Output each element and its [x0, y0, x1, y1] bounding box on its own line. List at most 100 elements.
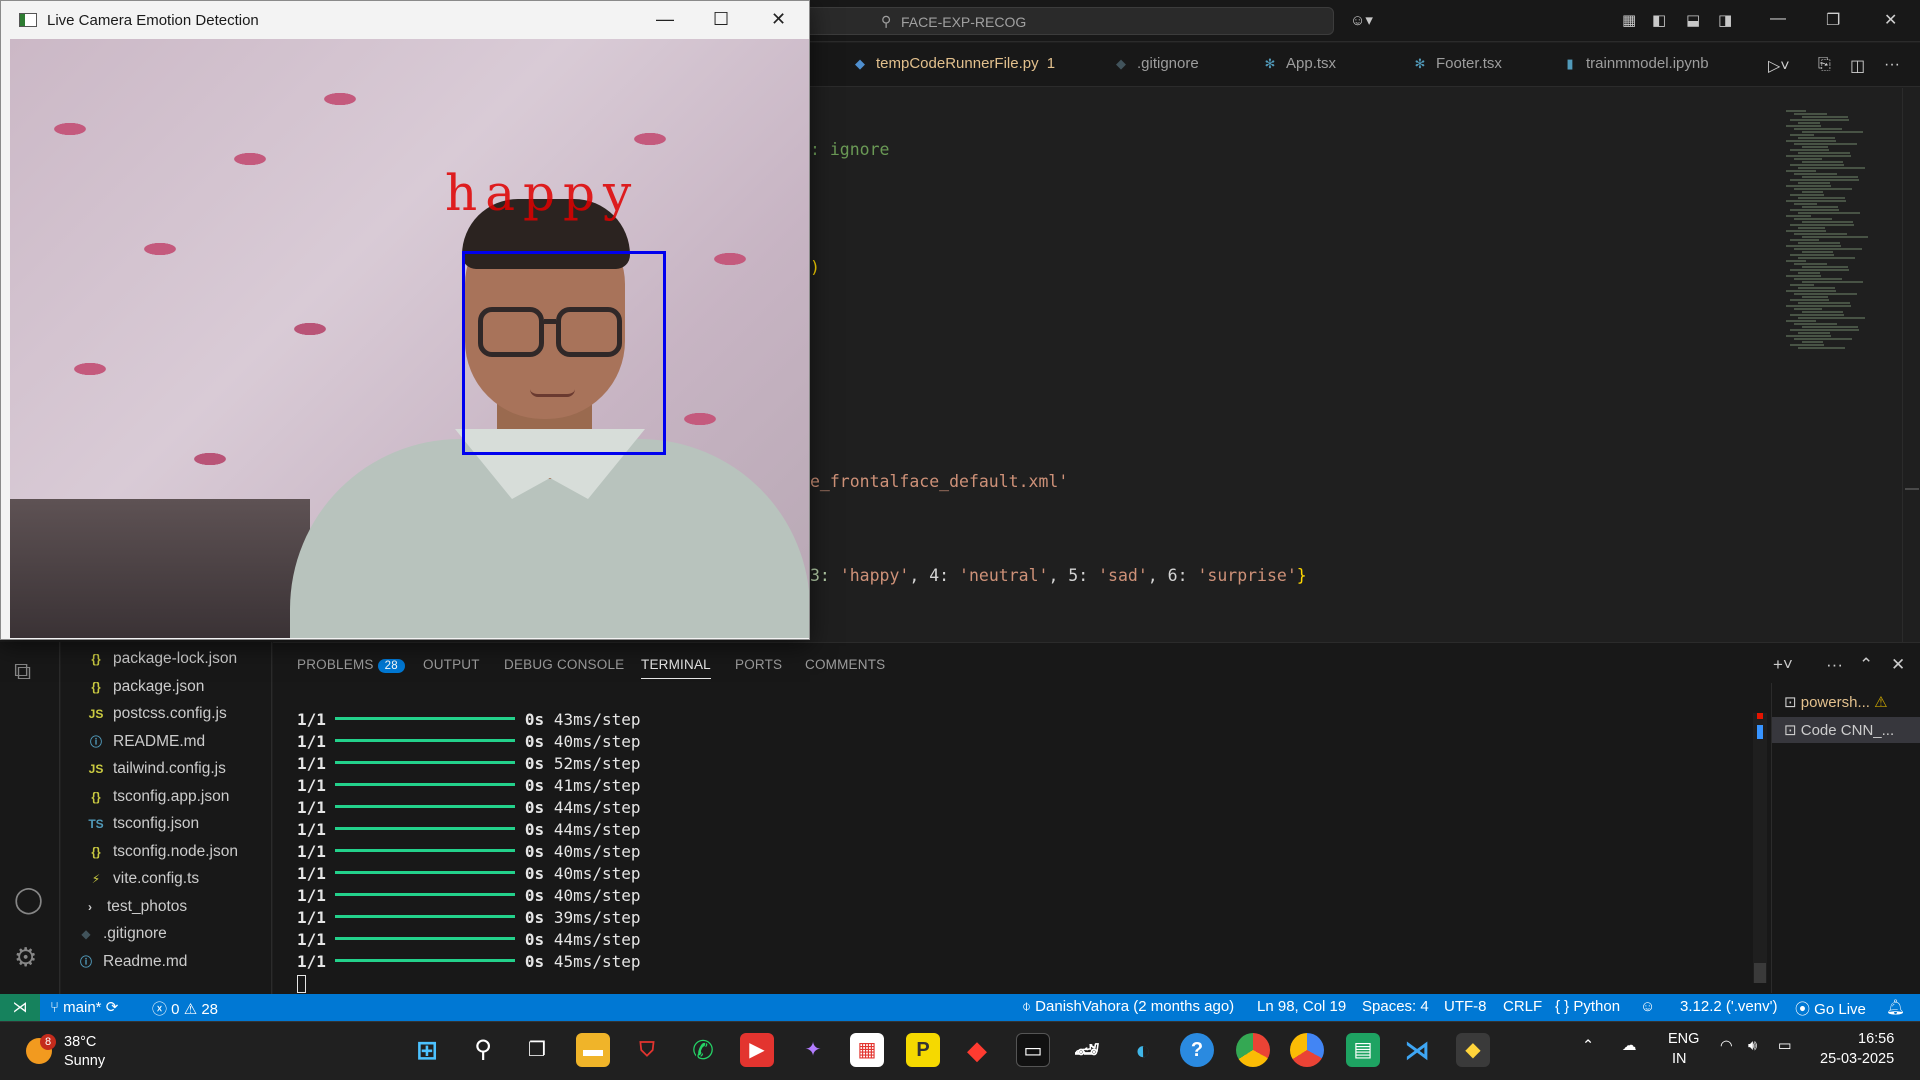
chrome-icon[interactable]	[1290, 1033, 1324, 1067]
terminal-output[interactable]: 1/1 0s 45ms/step 1/1 0s 44ms/step 1/1 0s 39ms…	[297, 710, 1717, 993]
remote-indicator-icon[interactable]: ⋊	[0, 994, 40, 1021]
pdf-reader-icon[interactable]: P	[906, 1033, 940, 1067]
battery-icon[interactable]: ▭	[1778, 1038, 1792, 1054]
encoding[interactable]: UTF-8	[1444, 998, 1487, 1015]
toggle-secondary-sidebar-icon[interactable]: ◨	[1718, 11, 1732, 29]
edge-icon[interactable]: ◐	[1126, 1033, 1160, 1067]
tab-tempcoderunnerfile[interactable]: ◆ tempCodeRunnerFile.py 1	[852, 43, 1055, 87]
copilot-icon[interactable]: ✦	[796, 1033, 830, 1067]
customize-layout-icon[interactable]: ▦	[1622, 11, 1636, 29]
tab-comments[interactable]: COMMENTS	[805, 657, 885, 672]
terminal-icon[interactable]: ▭	[1016, 1033, 1050, 1067]
explorer-item[interactable]: {} package.json	[87, 678, 204, 705]
python-icon[interactable]: ◆	[1456, 1033, 1490, 1067]
explorer-item[interactable]: ⓘ README.md	[87, 733, 205, 760]
clock-date[interactable]: 25-03-2025	[1820, 1051, 1894, 1067]
settings-gear-icon[interactable]: ⚙	[14, 942, 37, 973]
clock-time[interactable]: 16:56	[1858, 1031, 1894, 1047]
terminal-item-code[interactable]: ⊡ Code CNN_...	[1772, 717, 1920, 743]
open-changes-icon[interactable]: ⎘	[1818, 56, 1831, 74]
file-explorer-icon[interactable]: ▬	[576, 1033, 610, 1067]
explorer-item[interactable]: › test_photos	[81, 898, 187, 925]
explorer-item[interactable]: JS tailwind.config.js	[87, 760, 226, 787]
copilot-icon[interactable]: ☺▾	[1350, 11, 1373, 29]
maximize-icon[interactable]: ☐	[713, 9, 729, 30]
youtube-icon[interactable]: ▶	[740, 1033, 774, 1067]
line-ending[interactable]: CRLF	[1503, 998, 1542, 1015]
weather-widget[interactable]: 8 38°C Sunny	[22, 1030, 132, 1074]
python-interpreter[interactable]: 3.12.2 ('.venv')	[1680, 998, 1777, 1015]
tab-gitignore[interactable]: ◆ .gitignore	[1113, 43, 1199, 87]
explorer-item[interactable]: {} tsconfig.node.json	[87, 843, 238, 870]
run-icon[interactable]: ▷˅	[1768, 56, 1790, 76]
panel-more-icon[interactable]: ···	[1826, 655, 1843, 675]
explorer-item[interactable]: ⓘ Readme.md	[77, 953, 187, 980]
notifications-bell-icon[interactable]: 🔔︎	[1886, 998, 1905, 1016]
input-language[interactable]: ENG	[1668, 1031, 1699, 1047]
minimize-icon[interactable]: —	[1770, 10, 1786, 28]
toggle-panel-icon[interactable]: ⬓	[1686, 11, 1700, 29]
sheets-icon[interactable]: ▤	[1346, 1033, 1380, 1067]
tab-app-tsx[interactable]: ✻ App.tsx	[1262, 43, 1336, 87]
explorer-item-label: tsconfig.app.json	[113, 787, 230, 805]
new-terminal-icon[interactable]: +˅	[1773, 655, 1793, 675]
explorer-item[interactable]: {} tsconfig.app.json	[87, 788, 229, 815]
remote-explorer-icon[interactable]: ⧉	[14, 658, 31, 686]
close-icon[interactable]: ✕	[771, 9, 786, 30]
more-actions-icon[interactable]: ···	[1884, 56, 1900, 74]
camera-window-titlebar[interactable]: Live Camera Emotion Detection — ☐ ✕	[1, 1, 809, 39]
explorer-item[interactable]: ◆ .gitignore	[77, 925, 166, 952]
cloud-sync-icon[interactable]: ☁	[1622, 1038, 1637, 1054]
tab-output[interactable]: OUTPUT	[423, 657, 480, 672]
step-count: 1/1	[297, 798, 326, 817]
start-windows-icon[interactable]: ⊞	[410, 1033, 444, 1067]
racing-game-icon[interactable]: 🏎︎	[1070, 1033, 1104, 1067]
task-view-icon[interactable]: ❐	[520, 1033, 554, 1067]
language-mode[interactable]: { } Python	[1555, 998, 1620, 1015]
tab-footer-tsx[interactable]: ✻ Footer.tsx	[1412, 43, 1502, 87]
toggle-sidebar-icon[interactable]: ◧	[1652, 11, 1666, 29]
cursor-position[interactable]: Ln 98, Col 19	[1257, 998, 1346, 1015]
explorer-item[interactable]: JS postcss.config.js	[87, 705, 227, 732]
ms-store-icon[interactable]: ▦	[850, 1033, 884, 1067]
terminal-scrollbar[interactable]	[1753, 713, 1767, 983]
maximize-panel-icon[interactable]: ⌃	[1859, 655, 1873, 675]
git-blame[interactable]: ⌽ DanishVahora (2 months ago)	[1022, 998, 1234, 1015]
search-icon[interactable]: ⚲	[466, 1033, 500, 1067]
tab-ports[interactable]: PORTS	[735, 657, 782, 672]
minimap-line	[1794, 128, 1842, 130]
problems-indicator[interactable]: ⓧ 0 ⚠ 28	[152, 998, 218, 1019]
command-center[interactable]: ⚲ FACE-EXP-RECOG	[800, 7, 1334, 35]
volume-icon[interactable]: 🔊︎	[1748, 1038, 1757, 1054]
close-panel-icon[interactable]: ✕	[1891, 655, 1905, 675]
tab-terminal[interactable]: TERMINAL	[641, 657, 711, 679]
explorer-item[interactable]: {} package-lock.json	[87, 650, 237, 677]
copilot-status-icon[interactable]: ☺	[1640, 998, 1655, 1015]
show-hidden-icons-icon[interactable]: ⌃	[1582, 1038, 1594, 1054]
minimize-icon[interactable]: —	[656, 9, 674, 30]
minimap[interactable]	[1786, 110, 1896, 350]
explorer-item[interactable]: TS tsconfig.json	[87, 815, 199, 842]
account-icon[interactable]: ◯	[14, 884, 43, 915]
editor-scrollbar[interactable]	[1902, 88, 1920, 642]
tab-problems[interactable]: PROBLEMS 28	[297, 657, 405, 673]
vscode-icon[interactable]: ⋊	[1400, 1033, 1434, 1067]
branch-indicator[interactable]: ⑂ main* ⟳	[50, 998, 118, 1016]
mcafee-icon[interactable]: ⛉	[630, 1033, 664, 1067]
close-icon[interactable]: ✕	[1884, 10, 1897, 30]
split-editor-icon[interactable]: ◫	[1850, 56, 1865, 76]
tab-trainmmodel[interactable]: ▮ trainmmodel.ipynb	[1562, 43, 1708, 87]
tab-debug-console[interactable]: DEBUG CONSOLE	[504, 657, 624, 672]
terminal-item-powershell[interactable]: ⊡ powersh... ⚠	[1772, 689, 1920, 715]
explorer-item[interactable]: ⚡ vite.config.ts	[87, 870, 199, 897]
go-live[interactable]: ⦿ Go Live	[1795, 998, 1866, 1019]
camera-window[interactable]: Live Camera Emotion Detection — ☐ ✕ happ…	[0, 0, 810, 640]
chrome-profile-icon[interactable]	[1236, 1033, 1270, 1067]
help-icon[interactable]: ?	[1180, 1033, 1214, 1067]
indentation[interactable]: Spaces: 4	[1362, 998, 1429, 1015]
wifi-icon[interactable]: ◠	[1720, 1038, 1733, 1054]
whatsapp-icon[interactable]: ✆	[686, 1033, 720, 1067]
minimap-line	[1794, 323, 1837, 325]
anydesk-icon[interactable]: ◆	[960, 1033, 994, 1067]
restore-icon[interactable]: ❐	[1826, 10, 1840, 30]
